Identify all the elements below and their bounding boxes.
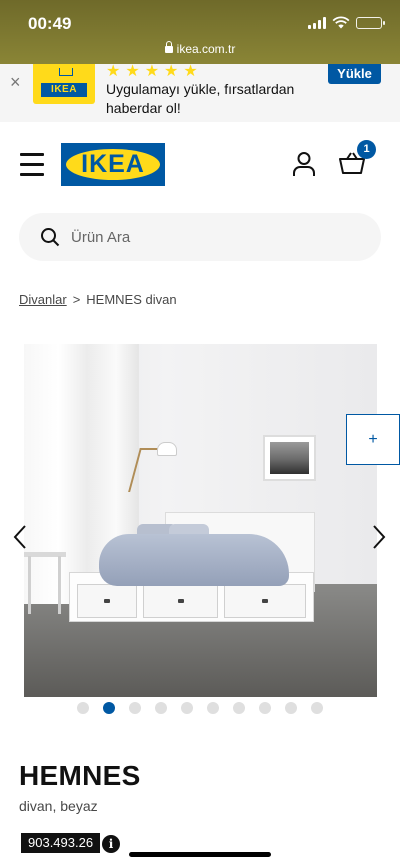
carousel-dot[interactable] bbox=[285, 702, 297, 714]
url-text: ikea.com.tr bbox=[176, 42, 236, 56]
breadcrumb-link-divanlar[interactable]: Divanlar bbox=[19, 292, 67, 307]
add-to-list-button[interactable]: + bbox=[346, 414, 400, 465]
search-icon bbox=[41, 228, 60, 247]
app-logo: IKEA bbox=[33, 64, 95, 104]
product-description: divan, beyaz bbox=[19, 798, 98, 814]
article-number: 903.493.26 bbox=[21, 833, 101, 853]
carousel-dot[interactable] bbox=[259, 702, 271, 714]
app-install-banner: × IKEA ★★★★★ Uygulamayı yükle, fırsatlar… bbox=[0, 63, 400, 122]
breadcrumb-current: HEMNES divan bbox=[86, 292, 177, 307]
chevron-right-icon[interactable] bbox=[370, 523, 388, 551]
side-table bbox=[24, 534, 66, 614]
close-icon[interactable]: × bbox=[10, 72, 21, 93]
status-bar: 00:49 ikea.com.tr bbox=[0, 0, 400, 64]
carousel-dot[interactable] bbox=[155, 702, 167, 714]
url-bar[interactable]: ikea.com.tr bbox=[0, 41, 400, 56]
search-bar[interactable] bbox=[19, 213, 381, 261]
user-icon[interactable] bbox=[292, 151, 316, 177]
carousel-dot[interactable] bbox=[129, 702, 141, 714]
carousel-dot[interactable] bbox=[77, 702, 89, 714]
home-indicator bbox=[129, 852, 271, 857]
breadcrumb: Divanlar > HEMNES divan bbox=[19, 292, 177, 307]
wall-lamp bbox=[157, 442, 177, 456]
info-icon[interactable]: i bbox=[102, 835, 120, 853]
carousel-dot[interactable] bbox=[233, 702, 245, 714]
cart-count-badge: 1 bbox=[357, 140, 376, 159]
lock-icon bbox=[164, 41, 173, 53]
carousel-dot[interactable] bbox=[311, 702, 323, 714]
battery-icon bbox=[356, 16, 385, 29]
product-image[interactable] bbox=[24, 344, 377, 697]
site-header: IKEA 1 bbox=[0, 122, 400, 206]
chevron-right-icon: > bbox=[72, 292, 81, 307]
menu-icon[interactable] bbox=[20, 152, 44, 176]
wall-picture bbox=[263, 435, 316, 481]
status-icons bbox=[308, 16, 385, 29]
status-time: 00:49 bbox=[28, 14, 72, 33]
wifi-icon bbox=[332, 16, 350, 29]
carousel-dots bbox=[77, 702, 323, 714]
search-input[interactable] bbox=[71, 213, 351, 261]
install-button[interactable]: Yükle bbox=[328, 64, 381, 84]
chevron-left-icon[interactable] bbox=[11, 523, 29, 551]
signal-icon bbox=[308, 16, 326, 29]
carousel-dot[interactable] bbox=[181, 702, 193, 714]
banner-message: Uygulamayı yükle, fırsatlardan haberdar … bbox=[106, 81, 295, 116]
rating-stars: ★★★★★ bbox=[106, 63, 203, 80]
daybed-illustration bbox=[69, 512, 315, 622]
ikea-logo[interactable]: IKEA bbox=[61, 143, 165, 186]
product-title: HEMNES bbox=[19, 760, 141, 791]
carousel-dot[interactable] bbox=[103, 702, 115, 714]
carousel-dot[interactable] bbox=[207, 702, 219, 714]
cart-icon bbox=[59, 68, 73, 76]
